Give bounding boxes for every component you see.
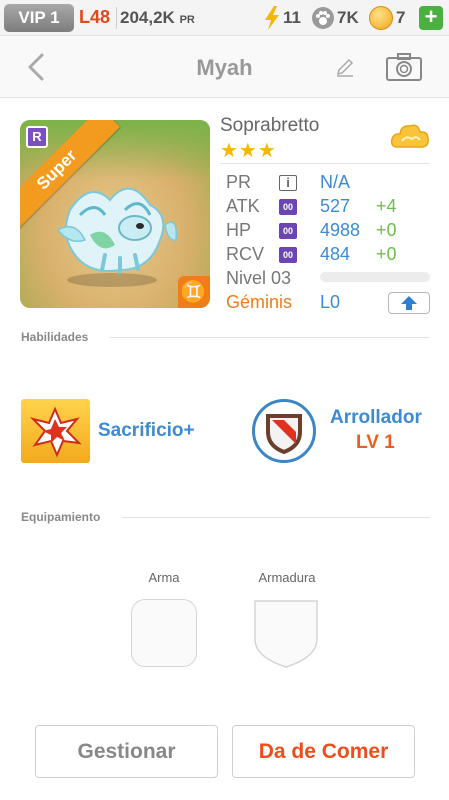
gemini-icon: ♊	[178, 276, 210, 308]
zodiac-label: Géminis	[226, 292, 293, 312]
shield-icon[interactable]	[252, 399, 316, 463]
monster-portrait[interactable]: Super R ♊	[20, 120, 210, 308]
paw-icon	[312, 7, 334, 29]
stat-value: N/A	[320, 172, 351, 192]
stat-value: 4988	[320, 220, 361, 240]
skill-name[interactable]: Sacrificio+	[98, 420, 195, 442]
add-coins-button[interactable]: +	[419, 6, 443, 30]
abilities-heading: Habilidades	[21, 330, 89, 344]
manage-button[interactable]: Gestionar	[35, 725, 218, 778]
xp-progress-bar	[320, 272, 430, 282]
monster-species: Soprabretto	[220, 115, 320, 136]
energy-count: 11	[283, 8, 301, 27]
stat-label: RCV	[226, 244, 265, 264]
stat-label: HP	[226, 220, 252, 240]
info-divider	[220, 163, 430, 164]
sacrifice-skill-icon[interactable]	[21, 399, 90, 463]
status-divider	[116, 7, 117, 29]
lightning-icon	[265, 6, 279, 30]
armor-label: Armadura	[258, 570, 316, 585]
monster-level: Nivel 03	[226, 268, 292, 288]
status-bar: VIP 1 L48 204,2K PR 11 7K 7 +	[0, 0, 449, 36]
zodiac-level: L0	[320, 292, 341, 312]
coin-count: 7	[396, 8, 406, 27]
weapon-label: Arma	[148, 570, 180, 585]
equipment-divider	[122, 517, 430, 518]
vip-badge[interactable]: VIP 1	[4, 4, 74, 32]
star-rating: ★★★	[220, 140, 277, 162]
power-unit: PR	[179, 14, 195, 26]
stat-badge-icon: 00	[279, 247, 297, 263]
feed-button[interactable]: Da de Comer	[232, 725, 415, 778]
stat-badge-icon: 00	[279, 199, 297, 215]
abilities-divider	[110, 337, 430, 338]
zodiac-upgrade-button[interactable]	[388, 292, 430, 314]
page-title: Myah	[196, 55, 253, 80]
player-level: L48	[79, 7, 111, 27]
stat-label: ATK	[226, 196, 260, 216]
pencil-icon[interactable]	[335, 58, 355, 78]
arrow-up-icon	[401, 296, 417, 310]
armor-slot[interactable]	[253, 599, 319, 669]
stat-label: PR	[226, 172, 252, 192]
camera-icon[interactable]	[385, 52, 423, 82]
stat-bonus: +4	[376, 196, 397, 216]
stat-value: 484	[320, 244, 351, 264]
food-count: 7K	[337, 8, 359, 27]
info-icon[interactable]: i	[279, 175, 297, 191]
leader-skill-level: LV 1	[356, 432, 395, 453]
dragon-icon	[56, 187, 178, 287]
rarity-badge: R	[26, 126, 48, 148]
stat-bonus: +0	[376, 244, 397, 264]
power-value: 204,2K	[120, 8, 175, 27]
weapon-slot[interactable]	[131, 599, 197, 667]
stat-value: 527	[320, 196, 351, 216]
equipment-heading: Equipamiento	[21, 510, 101, 524]
stat-bonus: +0	[376, 220, 397, 240]
stat-badge-icon: 00	[279, 223, 297, 239]
cloud-element-icon	[390, 124, 429, 148]
coin-icon	[369, 6, 393, 30]
leader-skill-name[interactable]: Arrollador	[330, 407, 422, 429]
nav-bar: Myah	[0, 36, 449, 98]
player-power: 204,2K PR	[120, 8, 195, 28]
